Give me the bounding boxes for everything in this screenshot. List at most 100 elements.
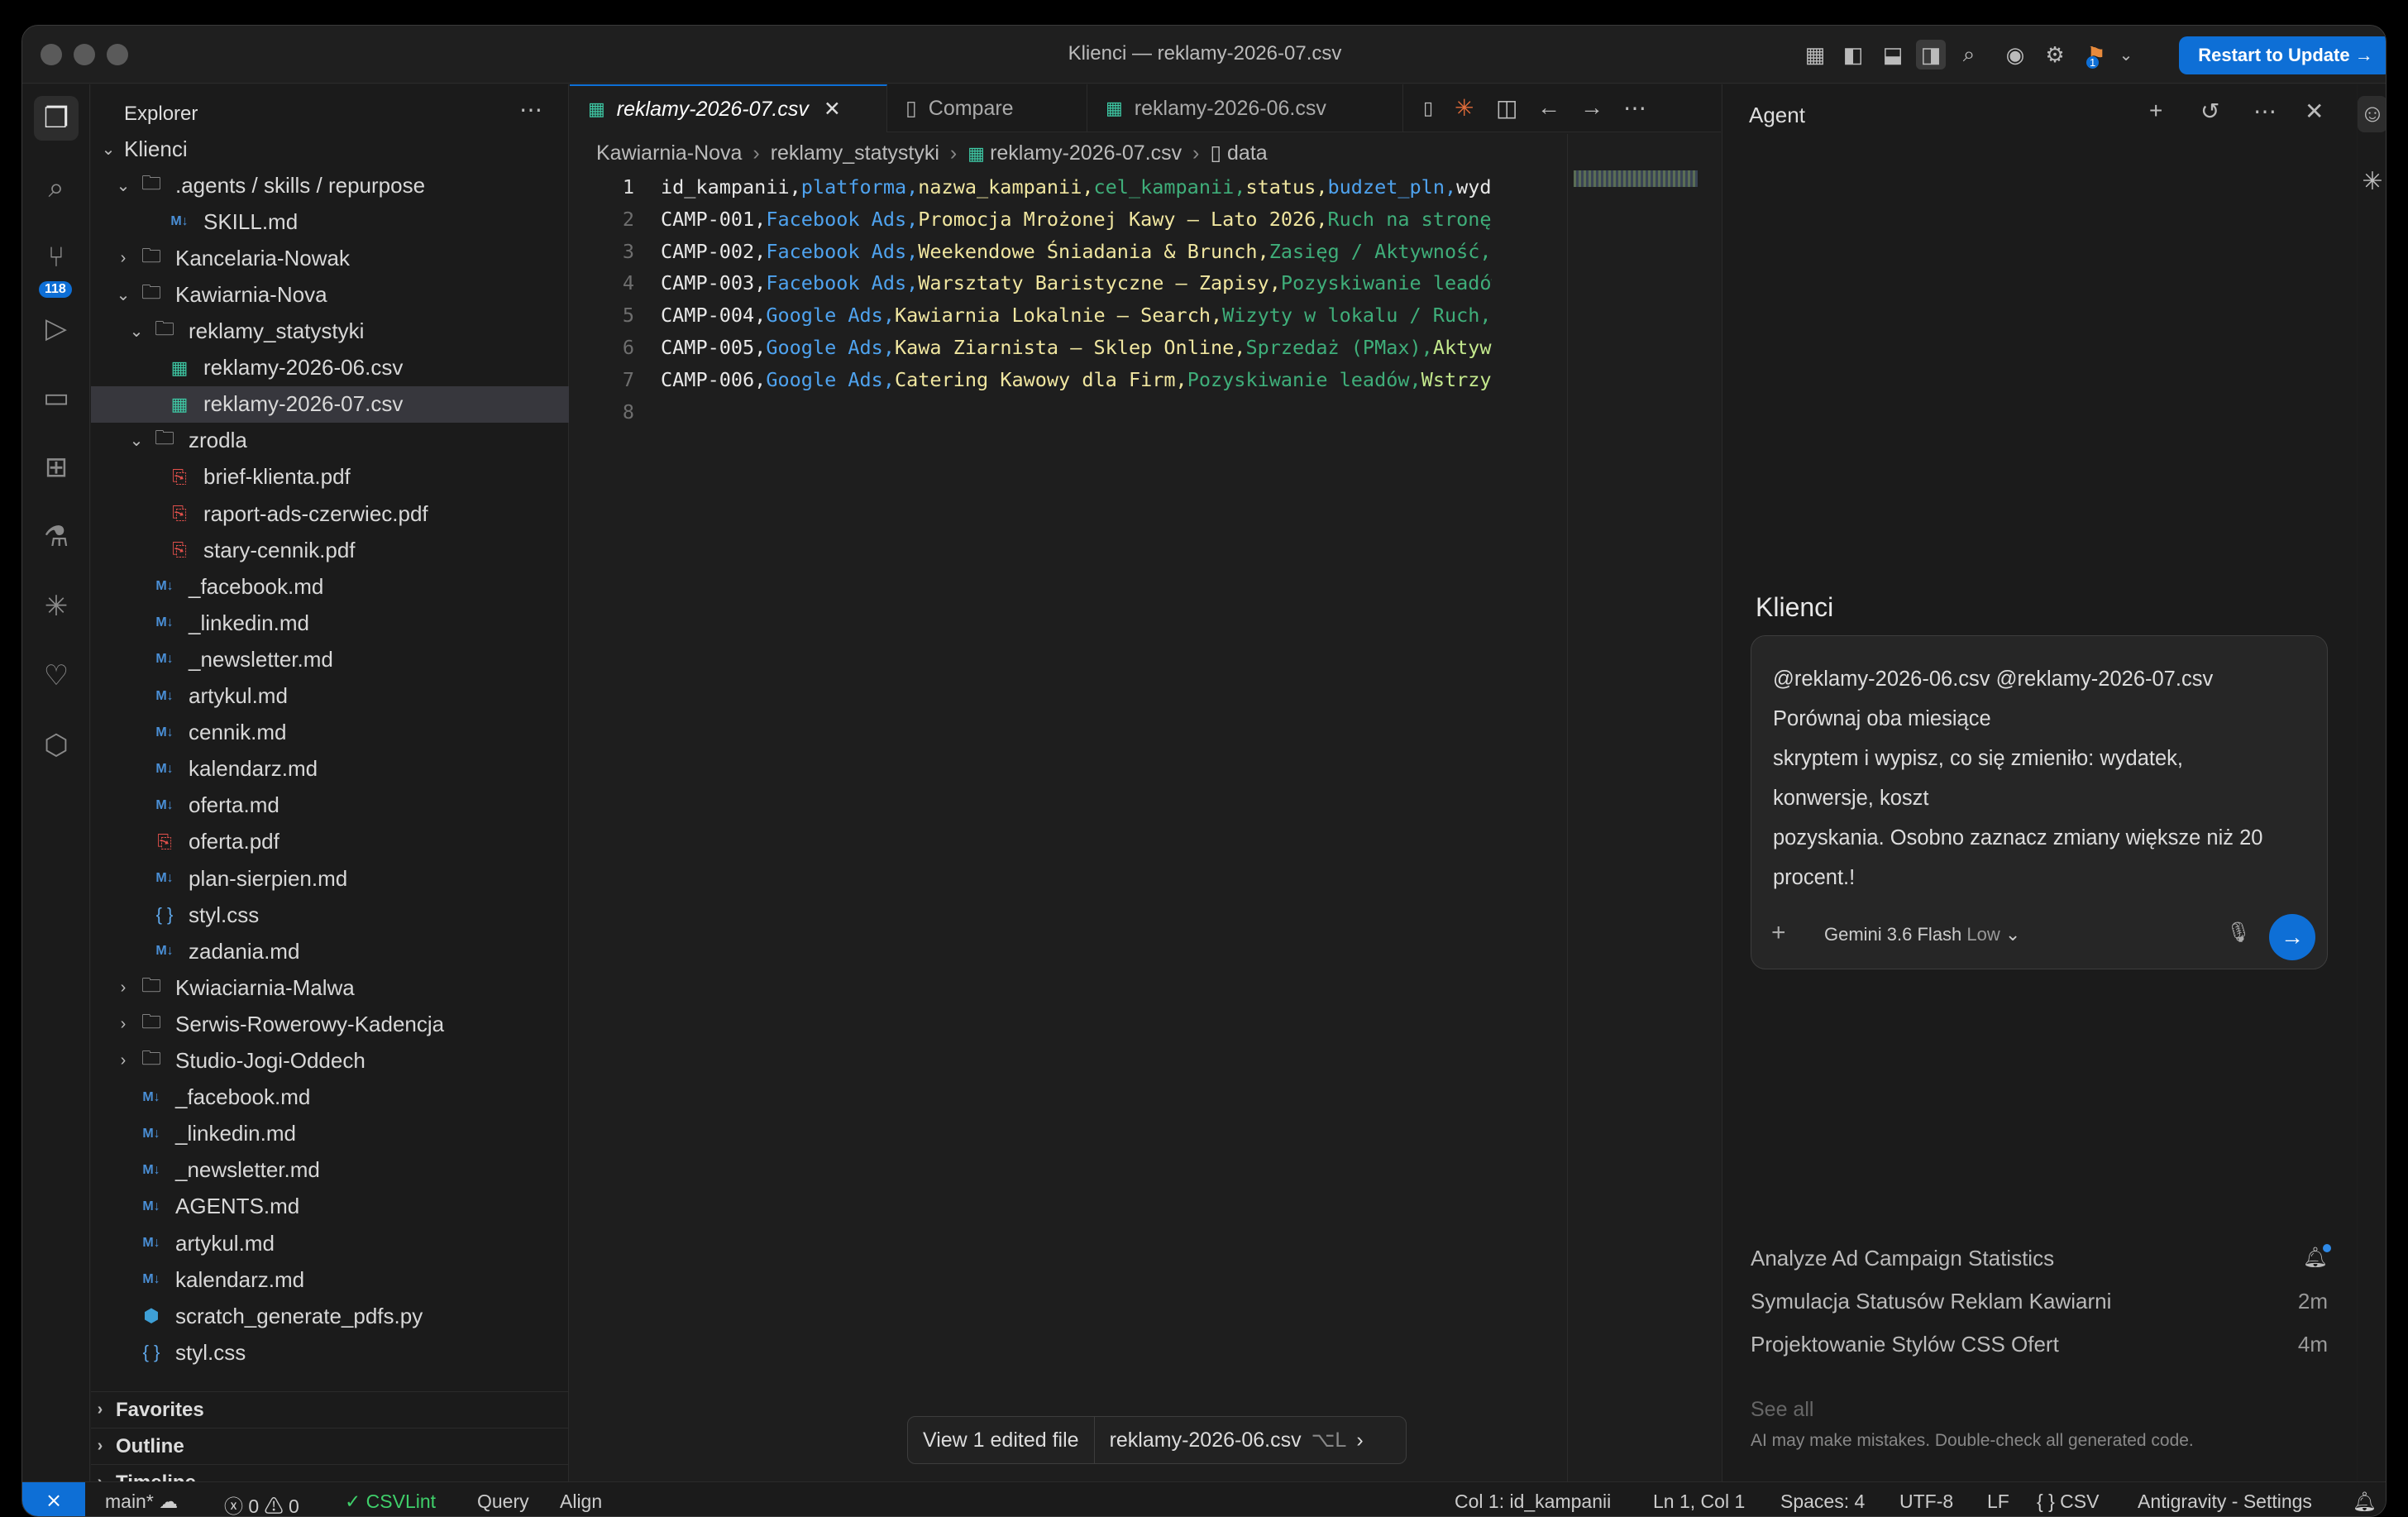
view-edited-files-button[interactable]: View 1 edited file — [908, 1416, 1095, 1464]
tree-file[interactable]: M↓ kalendarz.md — [91, 751, 569, 787]
tab-compare[interactable]: ▯ Compare — [887, 84, 1087, 132]
edited-file-button[interactable]: reklamy-2026-06.csv ⌥L › — [1095, 1428, 1378, 1452]
chevron-down-icon[interactable]: ⌄ — [114, 285, 132, 305]
close-panel-icon[interactable]: ✕ — [2305, 98, 2324, 125]
extensions-icon[interactable]: ⊞ — [34, 445, 79, 490]
chat-input-box[interactable]: @reklamy-2026-06.csv @reklamy-2026-07.cs… — [1751, 635, 2328, 969]
layout-customize-icon[interactable]: ▦ — [1800, 40, 1830, 69]
notifications-icon[interactable]: ⚑ 1 — [2081, 40, 2111, 69]
toggle-sidebar-icon[interactable]: ◧ — [1838, 40, 1868, 69]
split-editor-icon[interactable]: ◫ — [1496, 94, 1517, 122]
tree-file[interactable]: ⬢ scratch_generate_pdfs.py — [91, 1298, 569, 1334]
testing-flask-icon[interactable]: ⚗ — [34, 514, 79, 559]
column-indicator[interactable]: Col 1: id_kampanii — [1455, 1491, 1611, 1513]
go-back-arrow-icon[interactable]: ← — [1537, 94, 1560, 121]
language-mode[interactable]: { } CSV — [2037, 1491, 2099, 1513]
tree-file[interactable]: M↓ _facebook.md — [91, 568, 569, 605]
breadcrumb-item[interactable]: reklamy-2026-07.csv — [990, 141, 1182, 165]
history-icon[interactable]: ↺ — [2200, 98, 2219, 125]
query-button[interactable]: Query — [477, 1491, 529, 1513]
restart-to-update-button[interactable]: Restart to Update → — [2179, 36, 2386, 74]
tree-file[interactable]: { } styl.css — [91, 897, 569, 933]
favorites-heart-icon[interactable]: ♡ — [34, 653, 79, 698]
tree-file[interactable]: M↓ cennik.md — [91, 715, 569, 751]
search-icon[interactable]: ⌕ — [34, 165, 79, 210]
explorer-files-icon[interactable]: ❐ — [34, 96, 79, 141]
history-item[interactable]: Analyze Ad Campaign Statistics 🔔︎ — [1751, 1244, 2332, 1271]
tree-folder[interactable]: › 🗀︎ Studio-Jogi-Oddech — [91, 1043, 569, 1079]
tree-folder[interactable]: › 🗀︎ Kancelaria-Nowak — [91, 240, 569, 276]
see-all-link[interactable]: See all — [1751, 1398, 1813, 1422]
tree-file[interactable]: M↓ _linkedin.md — [91, 1116, 569, 1152]
tree-file[interactable]: M↓ _newsletter.md — [91, 1152, 569, 1189]
tree-folder[interactable]: ⌄ 🗀︎ reklamy_statystyki — [91, 313, 569, 350]
tree-file[interactable]: ⎘ brief-klienta.pdf — [91, 459, 569, 495]
tree-file[interactable]: M↓ _linkedin.md — [91, 605, 569, 641]
tree-file[interactable]: M↓ _newsletter.md — [91, 641, 569, 677]
more-actions-icon[interactable]: ⋯ — [519, 96, 542, 123]
tree-file[interactable]: ⎘ stary-cennik.pdf — [91, 532, 569, 568]
problems-indicator[interactable]: ⓧ 0 ⚠ 0 — [224, 1491, 299, 1516]
tree-file[interactable]: ▦ reklamy-2026-07.csv — [91, 385, 569, 423]
tree-folder[interactable]: › 🗀︎ Kwiaciarnia-Malwa — [91, 969, 569, 1006]
bell-icon[interactable]: 🔔︎ — [2303, 1244, 2332, 1271]
toggle-secondary-sidebar-icon[interactable]: ◨ — [1916, 40, 1946, 69]
close-tab-icon[interactable]: ✕ — [824, 97, 841, 122]
agent-robot-icon[interactable]: ☺ — [2358, 96, 2386, 132]
branch-indicator[interactable]: main* ☁ — [105, 1491, 178, 1513]
tab-reklamy-2026-06[interactable]: ▦ reklamy-2026-06.csv — [1087, 84, 1403, 132]
tree-file[interactable]: { } styl.css — [91, 1334, 569, 1371]
chevron-down-icon[interactable]: ⌄ — [127, 430, 146, 451]
encoding[interactable]: UTF-8 — [1899, 1491, 1953, 1513]
more-actions-icon[interactable]: ⋯ — [1623, 94, 1646, 122]
go-forward-arrow-icon[interactable]: → — [1580, 94, 1603, 121]
line-ending[interactable]: LF — [1987, 1491, 2009, 1513]
tree-file[interactable]: ▦ reklamy-2026-06.csv — [91, 350, 569, 386]
cursor-position[interactable]: Ln 1, Col 1 — [1653, 1491, 1745, 1513]
run-debug-icon[interactable]: ▷ — [34, 306, 79, 351]
tree-file[interactable]: M↓ plan-sierpien.md — [91, 860, 569, 897]
tree-folder[interactable]: › 🗀︎ Serwis-Rowerowy-Kadencja — [91, 1006, 569, 1042]
tree-folder[interactable]: ⌄ 🗀︎ .agents / skills / repurpose — [91, 167, 569, 203]
search-icon[interactable]: ⌕ — [1954, 40, 1984, 69]
chevron-down-icon[interactable]: ⌄ — [2111, 40, 2141, 69]
chevron-down-icon[interactable]: ⌄ — [99, 139, 117, 160]
source-control-icon[interactable]: ⑂ — [34, 235, 79, 280]
send-button[interactable]: → — [2269, 914, 2315, 960]
tree-file[interactable]: M↓ oferta.md — [91, 787, 569, 824]
remote-explorer-icon[interactable]: ▭ — [34, 376, 79, 420]
chevron-right-icon[interactable]: › — [114, 249, 132, 268]
chevron-right-icon[interactable]: › — [114, 1015, 132, 1034]
chevron-down-icon[interactable]: ⌄ — [114, 175, 132, 196]
model-selector[interactable]: Gemini 3.6 Flash Low ⌄ — [1824, 924, 2020, 945]
microphone-icon[interactable]: 🎙 — [2226, 921, 2251, 945]
tree-file[interactable]: M↓ kalendarz.md — [91, 1261, 569, 1298]
tree-folder[interactable]: ⌄ 🗀︎ Kawiarnia-Nova — [91, 276, 569, 313]
history-item[interactable]: Symulacja Statusów Reklam Kawiarni 2m — [1751, 1289, 2328, 1314]
prompt-text[interactable]: @reklamy-2026-06.csv @reklamy-2026-07.cs… — [1773, 659, 2310, 897]
tree-folder[interactable]: ⌄ Klienci — [91, 131, 569, 167]
tree-folder[interactable]: ⌄ 🗀︎ zrodla — [91, 423, 569, 459]
agent-spark-icon[interactable]: ✳ — [1455, 94, 1474, 122]
section-outline[interactable]: › Outline — [91, 1428, 569, 1464]
tree-file[interactable]: ⎘ oferta.pdf — [91, 824, 569, 860]
csvlint-status[interactable]: ✓ CSVLint — [345, 1491, 436, 1513]
indentation[interactable]: Spaces: 4 — [1780, 1491, 1865, 1513]
chevron-right-icon[interactable]: › — [114, 1051, 132, 1070]
align-button[interactable]: Align — [560, 1491, 602, 1513]
bell-icon[interactable]: 🔔︎ — [2353, 1491, 2377, 1513]
settings-status[interactable]: Antigravity - Settings — [2138, 1491, 2312, 1513]
toggle-panel-icon[interactable]: ⬓ — [1878, 40, 1908, 69]
chevron-right-icon[interactable]: › — [114, 979, 132, 998]
minimap[interactable] — [1574, 170, 1698, 187]
breadcrumb-item[interactable]: reklamy_statystyki — [771, 141, 939, 165]
tree-file[interactable]: M↓ _facebook.md — [91, 1079, 569, 1116]
tree-file[interactable]: ⎘ raport-ads-czerwiec.pdf — [91, 495, 569, 532]
more-actions-icon[interactable]: ⋯ — [2253, 98, 2277, 125]
add-context-plus-icon[interactable]: + — [1771, 919, 1786, 947]
breadcrumb-item[interactable]: data — [1227, 141, 1268, 165]
agent-spark-icon[interactable]: ✳ — [2358, 167, 2386, 196]
chevron-down-icon[interactable]: ⌄ — [127, 321, 146, 342]
new-chat-plus-icon[interactable]: + — [2149, 98, 2162, 124]
history-item[interactable]: Projektowanie Stylów CSS Ofert 4m — [1751, 1332, 2328, 1357]
